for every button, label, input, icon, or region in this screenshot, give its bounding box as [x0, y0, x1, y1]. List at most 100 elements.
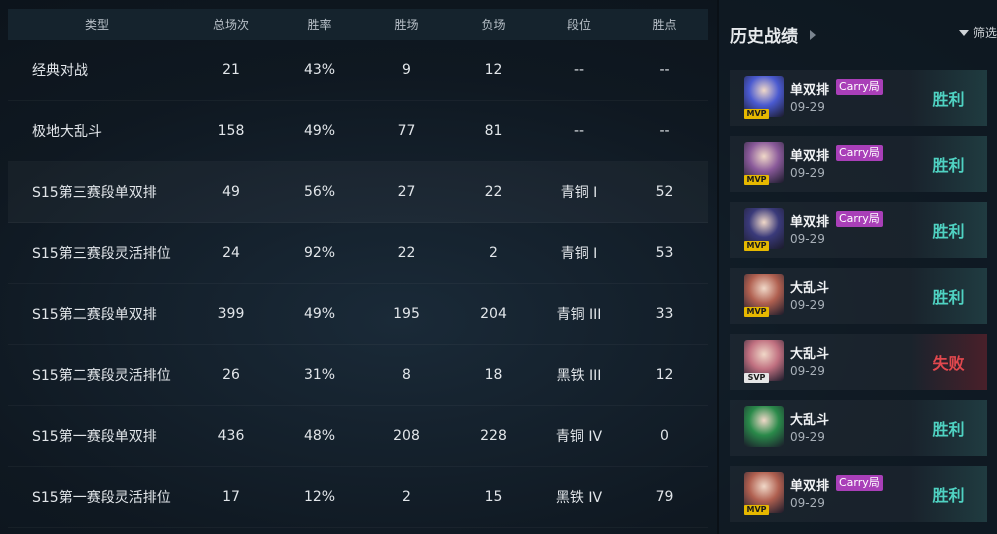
match-card[interactable]: SVP 大乱斗 09-29 失败: [730, 334, 987, 390]
cell-rank: 青铜 III: [556, 307, 602, 323]
cell-total: 399: [217, 306, 245, 322]
cell-losses: 12: [484, 62, 503, 78]
cell-losses: 228: [480, 428, 507, 444]
filter-icon: [959, 29, 969, 36]
cell-winrate: 92%: [303, 245, 336, 261]
cell-winrate: 49%: [303, 123, 336, 139]
cell-total: 17: [222, 489, 240, 505]
mvp-badge: MVP: [744, 109, 769, 119]
filter-label: 筛选: [973, 26, 997, 40]
mvp-badge: MVP: [744, 505, 769, 515]
cell-total: 49: [222, 184, 240, 200]
match-mode: 单双排: [790, 83, 830, 98]
match-result: 失败: [910, 334, 987, 390]
cell-type: S15第一赛段灵活排位: [32, 490, 171, 506]
match-result: 胜利: [910, 466, 987, 522]
match-history-panel: 历史战绩 筛选 MVP 单双排 Carry局 09-29 胜利 MVP 单双排 Carry局 0…: [719, 0, 997, 534]
match-date: 09-29: [790, 364, 825, 378]
table-row[interactable]: S15第二赛段灵活排位 26 31% 8 18 黑铁 III 12: [8, 345, 708, 406]
match-date: 09-29: [790, 430, 825, 444]
cell-wins: 195: [393, 306, 420, 322]
header-total: 总场次: [212, 18, 249, 32]
cell-type: S15第三赛段灵活排位: [32, 246, 171, 262]
cell-rank: 青铜 I: [560, 185, 598, 201]
match-card[interactable]: MVP 大乱斗 09-29 胜利: [730, 268, 987, 324]
cell-lp: 52: [655, 184, 674, 200]
carry-tag: Carry局: [836, 211, 883, 227]
cell-losses: 22: [484, 184, 503, 200]
cell-total: 24: [222, 245, 240, 261]
match-date: 09-29: [790, 100, 825, 114]
match-result: 胜利: [910, 70, 987, 126]
match-card[interactable]: MVP 单双排 Carry局 09-29 胜利: [730, 136, 987, 192]
match-mode: 单双排: [790, 479, 830, 494]
cell-rank: 黑铁 IV: [555, 490, 603, 506]
cell-winrate: 31%: [303, 367, 336, 383]
cell-winrate: 48%: [303, 428, 336, 444]
carry-tag: Carry局: [836, 475, 883, 491]
cell-rank: --: [573, 123, 585, 139]
cell-wins: 27: [397, 184, 416, 200]
match-result: 胜利: [910, 202, 987, 258]
table-row[interactable]: S15第二赛段单双排 399 49% 195 204 青铜 III 33: [8, 284, 708, 345]
match-mode: 大乱斗: [790, 347, 830, 362]
match-date: 09-29: [790, 298, 825, 312]
cell-total: 436: [217, 428, 245, 444]
match-card[interactable]: MVP 单双排 Carry局 09-29 胜利: [730, 466, 987, 522]
table-row[interactable]: S15第一赛段单双排 436 48% 208 228 青铜 IV 0: [8, 406, 708, 467]
champion-avatar: [744, 406, 784, 447]
match-mode: 大乱斗: [790, 413, 830, 428]
history-title: 历史战绩: [730, 27, 798, 47]
cell-losses: 204: [480, 306, 507, 322]
cell-type: S15第二赛段灵活排位: [32, 368, 171, 384]
match-mode: 大乱斗: [790, 281, 830, 296]
mvp-badge: MVP: [744, 307, 769, 317]
cell-wins: 2: [402, 489, 411, 505]
table-row[interactable]: S15第三赛段单双排 49 56% 27 22 青铜 I 52: [8, 162, 708, 223]
cell-losses: 15: [484, 489, 503, 505]
cell-type: 极地大乱斗: [32, 124, 102, 140]
mvp-badge: MVP: [744, 241, 769, 251]
cell-winrate: 43%: [303, 62, 336, 78]
header-winrate: 胜率: [307, 18, 332, 32]
filter-button[interactable]: 筛选: [959, 24, 997, 41]
match-mode: 单双排: [790, 215, 830, 230]
cell-total: 158: [217, 123, 245, 139]
match-result: 胜利: [910, 400, 987, 456]
mvp-badge: SVP: [744, 373, 769, 383]
header-rank: 段位: [566, 18, 591, 32]
cell-wins: 8: [402, 367, 411, 383]
mvp-badge: MVP: [744, 175, 769, 185]
header-wins: 胜场: [394, 18, 419, 32]
match-date: 09-29: [790, 496, 825, 510]
header-lp: 胜点: [652, 18, 677, 32]
table-row[interactable]: 经典对战 21 43% 9 12 -- --: [8, 40, 708, 101]
match-date: 09-29: [790, 166, 825, 180]
cell-losses: 2: [489, 245, 498, 261]
match-card[interactable]: 大乱斗 09-29 胜利: [730, 400, 987, 456]
cell-wins: 22: [397, 245, 416, 261]
stats-table: 类型 总场次 胜率 胜场 负场 段位 胜点 经典对战 21 43% 9 12 -- -- 极地…: [8, 9, 708, 528]
table-row[interactable]: S15第一赛段灵活排位 17 12% 2 15 黑铁 IV 79: [8, 467, 708, 528]
cell-rank: --: [573, 62, 585, 78]
cell-wins: 208: [393, 428, 420, 444]
history-header[interactable]: 历史战绩: [730, 22, 816, 47]
cell-type: S15第二赛段单双排: [32, 307, 157, 323]
cell-lp: 33: [655, 306, 674, 322]
cell-rank: 青铜 IV: [555, 429, 603, 445]
match-date: 09-29: [790, 232, 825, 246]
match-card[interactable]: MVP 单双排 Carry局 09-29 胜利: [730, 202, 987, 258]
chevron-right-icon: [810, 29, 816, 40]
cell-total: 21: [222, 62, 240, 78]
match-card[interactable]: MVP 单双排 Carry局 09-29 胜利: [730, 70, 987, 126]
cell-lp: 0: [660, 428, 669, 444]
cell-lp: --: [659, 123, 670, 139]
table-row[interactable]: 极地大乱斗 158 49% 77 81 -- --: [8, 101, 708, 162]
carry-tag: Carry局: [836, 79, 883, 95]
table-row[interactable]: S15第三赛段灵活排位 24 92% 22 2 青铜 I 53: [8, 223, 708, 284]
cell-type: S15第三赛段单双排: [32, 185, 157, 201]
cell-losses: 81: [484, 123, 503, 139]
cell-winrate: 49%: [303, 306, 336, 322]
match-mode: 单双排: [790, 149, 830, 164]
cell-wins: 77: [397, 123, 416, 139]
